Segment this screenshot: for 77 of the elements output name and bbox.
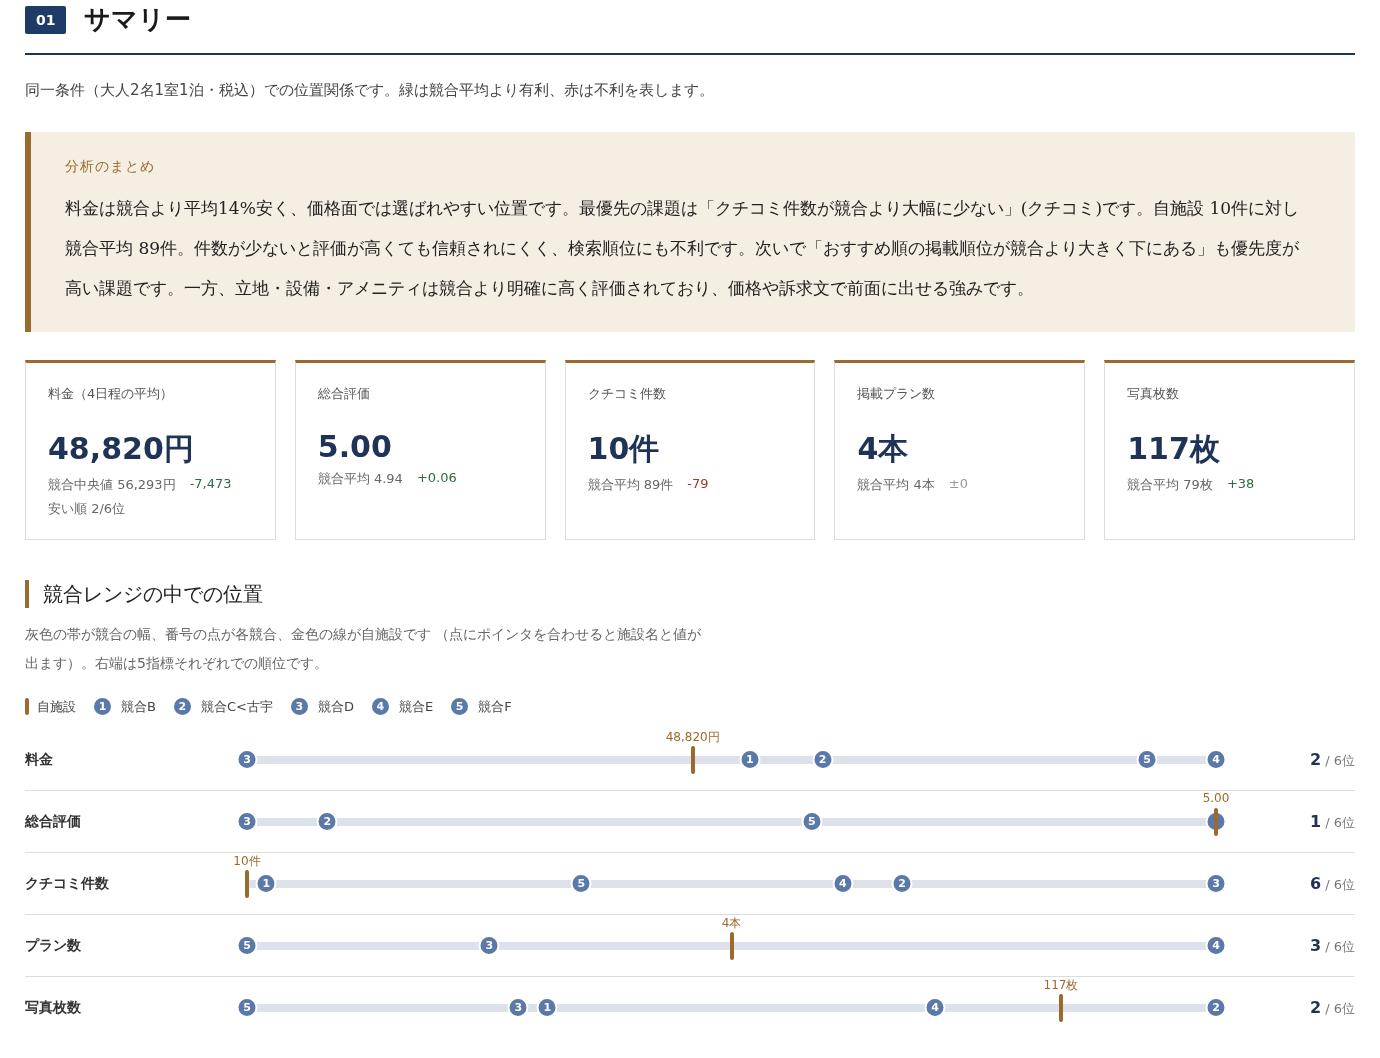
analysis-text: 料金は競合より平均14%安く、価格面では選ばれやすい位置です。最優先の課題は「クチコミ件数が競合より大幅に少ない」(クチコミ)です。自施設 10件に対し競合平均 89件。件数が少ないと評価が高くても信頼されにくく、検索順位にも不利です。次いで「おすすめ順の掲載順位が競合より大きく下にある」も優先度が高い課題です。一方、立地・設備・アメニティは競合より明確に高く評価されており、価格や訴求文で前面に出せる強みです。 bbox=[65, 197, 1301, 300]
competitor-dot: 3 bbox=[507, 997, 529, 1018]
delta-value: +0.06 bbox=[416, 470, 457, 487]
rank-number: 2 bbox=[1310, 997, 1322, 1017]
competitor-dot: 5 bbox=[801, 811, 823, 832]
delta-value: -7,473 bbox=[189, 476, 232, 493]
competitor-dot: 4 bbox=[1205, 749, 1227, 770]
metric-label: 写真枚数 bbox=[1127, 385, 1181, 403]
competitor-dot: 5 bbox=[1136, 749, 1158, 770]
self-value-label: 117枚 bbox=[1043, 977, 1079, 994]
rank-total: / 6位 bbox=[1325, 752, 1355, 768]
comparison-text: 競合平均 79枚 bbox=[1127, 476, 1213, 494]
section-number-badge: 01 bbox=[25, 5, 67, 34]
delta-value: -79 bbox=[687, 476, 709, 493]
competitor-dot: 2 bbox=[316, 811, 338, 832]
delta-value: +38 bbox=[1226, 476, 1255, 493]
competitor-dot: 2 bbox=[891, 873, 913, 894]
self-value-label: 10件 bbox=[233, 853, 261, 870]
delta-value: ±0 bbox=[948, 476, 968, 493]
comparison-text: 競合平均 89件 bbox=[587, 476, 674, 494]
comparison-text: 競合平均 4本 bbox=[857, 476, 935, 494]
rank-number: 6 bbox=[1310, 873, 1322, 893]
metric-value: 10件 bbox=[587, 430, 661, 468]
rank-text: 安い順 2/6位 bbox=[48, 500, 127, 518]
competitor-dot: 3 bbox=[1205, 873, 1227, 894]
competitor-dot: 5 bbox=[570, 873, 592, 894]
intro-text: 同一条件（大人2名1室1泊・税込）での位置関係です。緑は競合平均より有利、赤は不利を表します。 bbox=[25, 81, 715, 100]
competitor-dot: 4 bbox=[369, 696, 391, 717]
competitor-dot: 3 bbox=[288, 696, 310, 717]
metric-value: 117枚 bbox=[1127, 430, 1221, 468]
competitor-dot: 1 bbox=[92, 696, 113, 717]
section-title: サマリー bbox=[84, 3, 192, 36]
competitor-dot: 5 bbox=[236, 997, 258, 1018]
rank-total: / 6位 bbox=[1325, 814, 1355, 830]
rank-total: / 6位 bbox=[1325, 876, 1355, 892]
rank-total: / 6位 bbox=[1325, 1000, 1355, 1016]
rank-number: 3 bbox=[1310, 935, 1322, 955]
competitor-dot: 4 bbox=[924, 997, 946, 1018]
rank-number: 2 bbox=[1310, 749, 1322, 769]
legend-label: 競合C<古宇 bbox=[200, 697, 273, 716]
metric-label: クチコミ件数 bbox=[587, 385, 667, 403]
self-value-label: 48,820円 bbox=[665, 729, 720, 746]
competitor-dot: 4 bbox=[832, 873, 854, 894]
competitor-dot: 1 bbox=[255, 873, 277, 894]
comparison-text: 競合平均 4.94 bbox=[317, 470, 403, 488]
competitor-dot: 2 bbox=[1205, 997, 1227, 1018]
legend-label: 競合B bbox=[121, 697, 156, 716]
competitor-dot: 3 bbox=[236, 811, 258, 832]
metric-label: クチコミ件数 bbox=[25, 874, 110, 893]
metric-label: 料金（4日程の平均） bbox=[48, 385, 175, 403]
competitor-dot: 1 bbox=[536, 997, 558, 1018]
comparison-text: 競合中央値 56,293円 bbox=[48, 476, 176, 494]
competitor-dot: 3 bbox=[236, 749, 258, 770]
metric-label: 総合評価 bbox=[317, 385, 371, 403]
legend-label: 自施設 bbox=[37, 697, 76, 716]
competitor-dot: 3 bbox=[478, 935, 500, 956]
section-subtitle: 競合レンジの中での位置 bbox=[25, 580, 1355, 608]
competitor-dot: 4 bbox=[1205, 935, 1227, 956]
competitor-dot: 2 bbox=[812, 749, 834, 770]
competitor-dot: 1 bbox=[739, 749, 761, 770]
competitor-dot: 2 bbox=[171, 696, 193, 717]
self-value-label: 4本 bbox=[721, 915, 742, 932]
competitor-dot: 5 bbox=[449, 696, 471, 717]
metric-label: 掲載プラン数 bbox=[857, 385, 937, 403]
metric-value: 5.00 bbox=[317, 429, 393, 464]
metric-value: 4本 bbox=[857, 430, 910, 468]
rank-number: 1 bbox=[1310, 811, 1322, 831]
legend-label: 競合E bbox=[398, 697, 434, 716]
metric-value: 48,820円 bbox=[48, 430, 195, 468]
description-text: 灰色の帯が競合の幅、番号の点が各競合、金色の線が自施設です （点にポインタを合わせると施設名と値が出ます）。右端は5指標それぞれでの順位です。 bbox=[25, 625, 703, 673]
competitor-dot: 5 bbox=[236, 935, 258, 956]
analysis-heading: 分析のまとめ bbox=[65, 158, 156, 176]
legend-label: 競合F bbox=[478, 697, 512, 716]
self-value-label: 5.00 bbox=[1202, 791, 1230, 805]
self-marker-icon bbox=[25, 698, 29, 715]
legend-label: 競合D bbox=[317, 697, 354, 716]
rank-total: / 6位 bbox=[1325, 938, 1355, 954]
